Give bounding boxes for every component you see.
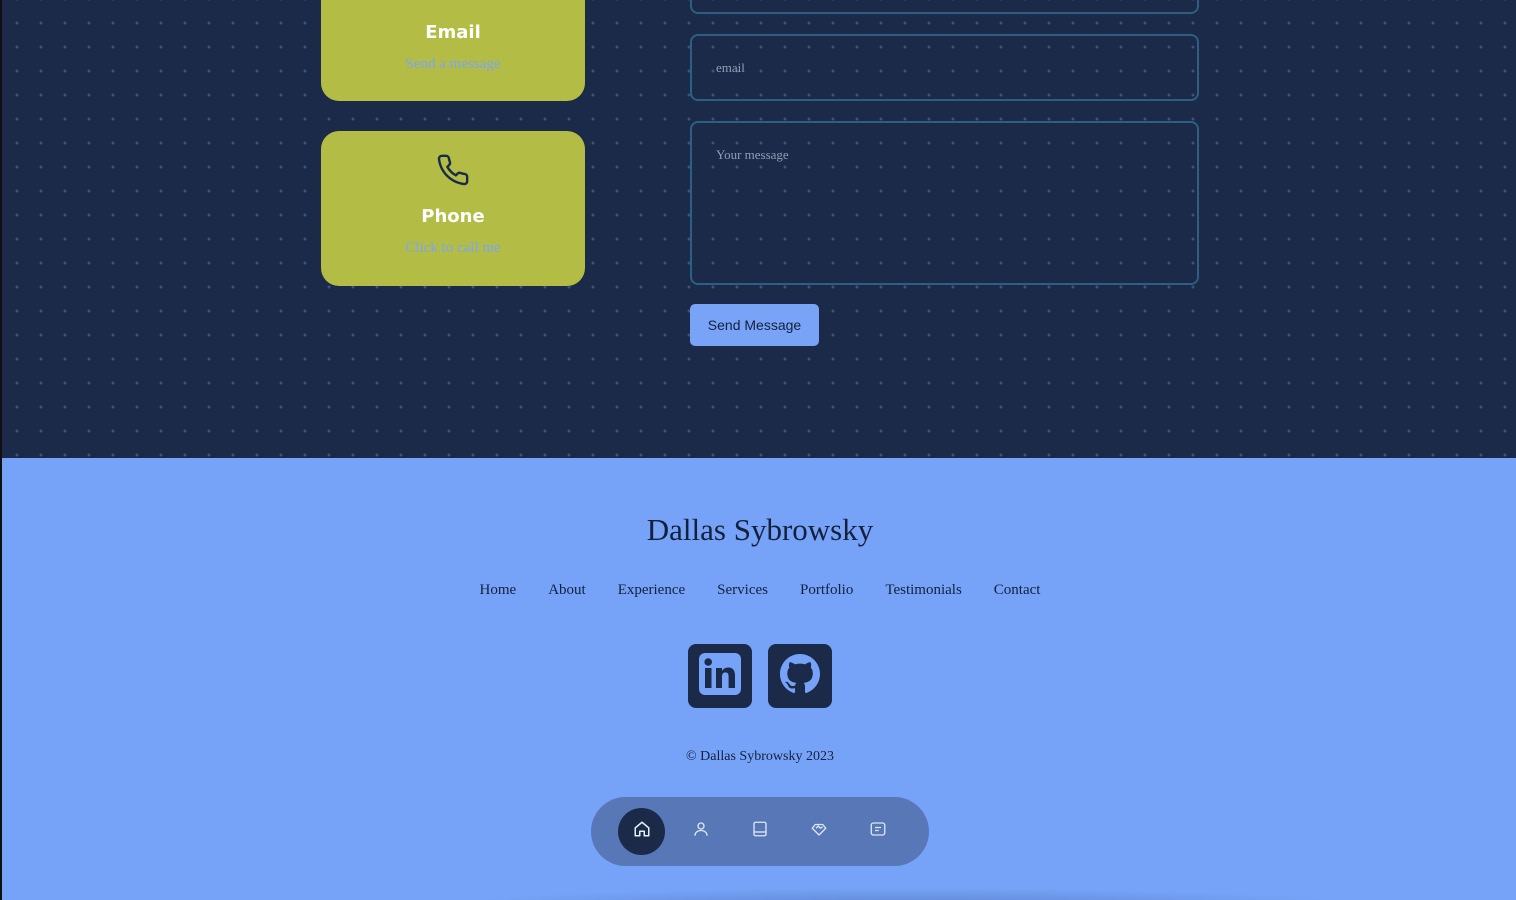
email-card[interactable]: Email Send a message: [321, 0, 585, 101]
github-icon: [780, 653, 820, 699]
phone-card[interactable]: Phone Click to call me: [321, 131, 585, 286]
home-icon: [633, 820, 651, 843]
send-message-button[interactable]: Send Message: [690, 304, 819, 346]
email-field[interactable]: email: [690, 34, 1199, 101]
name-field[interactable]: [690, 0, 1199, 14]
email-card-link[interactable]: Send a message: [321, 56, 585, 73]
footer-link-home[interactable]: Home: [480, 582, 517, 599]
message-icon: [869, 820, 887, 843]
footer-link-about[interactable]: About: [548, 582, 586, 599]
linkedin-icon: [698, 652, 742, 701]
linkedin-link[interactable]: [688, 644, 752, 708]
footer-link-contact[interactable]: Contact: [994, 582, 1041, 599]
email-card-title: Email: [425, 22, 481, 43]
nav-home-button[interactable]: [618, 808, 665, 855]
nav-experience-button[interactable]: [736, 808, 783, 855]
phone-card-title: Phone: [421, 206, 485, 227]
message-placeholder: Your message: [716, 147, 789, 162]
phone-icon: [436, 153, 470, 187]
footer: Dallas Sybrowsky Home About Experience S…: [2, 458, 1516, 900]
user-icon: [692, 820, 710, 843]
social-links: [688, 644, 832, 708]
github-link[interactable]: [768, 644, 832, 708]
handshake-icon: [810, 820, 828, 843]
nav-contact-button[interactable]: [854, 808, 901, 855]
message-field[interactable]: Your message: [690, 121, 1199, 285]
contact-section: Email Send a message Phone Click to call…: [2, 0, 1516, 458]
floating-nav: [591, 797, 929, 866]
footer-logo-name[interactable]: Dallas Sybrowsky: [2, 512, 1516, 548]
nav-about-button[interactable]: [677, 808, 724, 855]
email-placeholder: email: [716, 60, 745, 75]
nav-services-button[interactable]: [795, 808, 842, 855]
bottom-shadow: [462, 888, 1342, 900]
footer-link-portfolio[interactable]: Portfolio: [800, 582, 853, 599]
copyright: © Dallas Sybrowsky 2023: [686, 749, 834, 764]
footer-nav: Home About Experience Services Portfolio…: [2, 582, 1516, 599]
footer-link-testimonials[interactable]: Testimonials: [885, 582, 961, 599]
footer-link-services[interactable]: Services: [717, 582, 768, 599]
phone-card-link[interactable]: Click to call me: [321, 240, 585, 257]
page-frame: Email Send a message Phone Click to call…: [0, 0, 1516, 900]
book-icon: [751, 820, 769, 843]
footer-link-experience[interactable]: Experience: [618, 582, 685, 599]
